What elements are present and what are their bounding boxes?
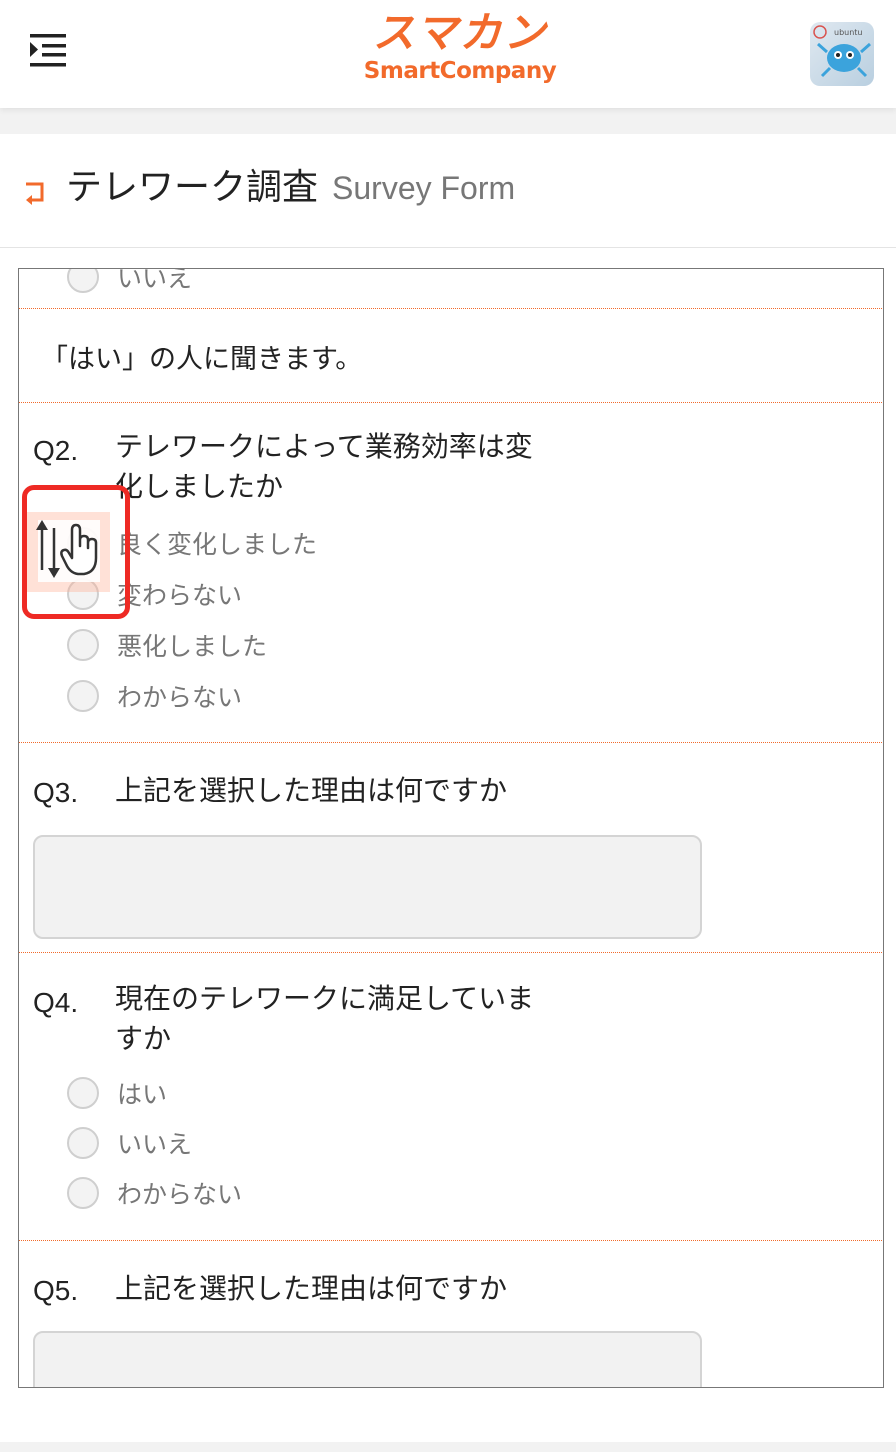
avatar-text: ubuntu bbox=[834, 28, 863, 37]
back-button[interactable] bbox=[22, 176, 48, 206]
survey-card: テレワーク調査 Survey Form いいえ 「はい」の人に聞きます。 Q2. … bbox=[0, 134, 896, 1442]
page-title: テレワーク調査 Survey Form bbox=[66, 164, 515, 212]
question-number: Q3. bbox=[33, 777, 79, 808]
radio-option-label: いいえ bbox=[117, 268, 193, 293]
question-text: 上記を選択した理由は何ですか bbox=[115, 774, 508, 807]
survey-form-frame[interactable]: いいえ 「はい」の人に聞きます。 Q2. テレワークによって業務効率は変化しまし… bbox=[18, 268, 884, 1388]
top-header: スマカン SmartCompany ubuntu bbox=[0, 0, 896, 108]
user-avatar[interactable]: ubuntu bbox=[810, 22, 874, 86]
radio-button[interactable] bbox=[67, 1177, 99, 1209]
question-q3: Q3. 上記を選択した理由は何ですか bbox=[19, 743, 882, 953]
radio-option-label: わからない bbox=[117, 683, 243, 712]
logo-en-text: SmartCompany bbox=[363, 58, 557, 84]
radio-button[interactable] bbox=[67, 1077, 99, 1109]
radio-option[interactable]: 悪化しました bbox=[67, 627, 267, 663]
radio-option[interactable]: わからない bbox=[67, 1175, 242, 1211]
question-q4: Q4. 現在のテレワークに満足していますか はい いいえ わからない bbox=[19, 953, 882, 1241]
radio-button[interactable] bbox=[67, 1127, 99, 1159]
question-number: Q4. bbox=[33, 987, 79, 1018]
radio-button[interactable] bbox=[67, 269, 99, 293]
radio-option[interactable]: いいえ bbox=[67, 1125, 192, 1161]
reason-textarea[interactable] bbox=[33, 835, 702, 939]
radio-option-label: 変わらない bbox=[117, 581, 243, 610]
title-bar: テレワーク調査 Survey Form bbox=[0, 134, 896, 248]
radio-option[interactable]: わからない bbox=[67, 678, 242, 714]
question-text: テレワークによって業務効率は変化しましたか bbox=[115, 430, 533, 503]
return-arrow-icon bbox=[26, 182, 44, 205]
radio-option-label: はい bbox=[117, 1080, 168, 1109]
radio-button[interactable] bbox=[67, 680, 99, 712]
scroll-drag-hand-icon bbox=[32, 518, 106, 580]
radio-option[interactable]: いいえ bbox=[67, 268, 193, 295]
menu-indent-icon bbox=[30, 34, 66, 67]
radio-option-label: いいえ bbox=[117, 1130, 193, 1159]
radio-option[interactable]: はい bbox=[67, 1075, 167, 1111]
menu-button[interactable] bbox=[28, 32, 68, 68]
reason-textarea[interactable] bbox=[33, 1331, 702, 1387]
page-subtitle: Survey Form bbox=[332, 170, 516, 206]
ubuntu-crab-avatar-icon: ubuntu bbox=[813, 25, 871, 78]
intro-text: 「はい」の人に聞きます。 bbox=[41, 344, 363, 375]
radio-button[interactable] bbox=[67, 629, 99, 661]
page-title-text: テレワーク調査 bbox=[66, 167, 319, 208]
intro-section: 「はい」の人に聞きます。 bbox=[19, 309, 882, 403]
logo-jp-text: スマカン bbox=[372, 8, 548, 57]
prev-question-section: いいえ bbox=[19, 268, 882, 309]
radio-option-label: 悪化しました bbox=[117, 632, 268, 661]
question-number: Q5. bbox=[33, 1275, 79, 1306]
question-number: Q2. bbox=[33, 435, 79, 466]
radio-option-label: わからない bbox=[117, 1180, 243, 1209]
question-text: 現在のテレワークに満足していますか bbox=[115, 982, 535, 1055]
question-q2: Q2. テレワークによって業務効率は変化しましたか 良く変化しました 変わらない… bbox=[19, 403, 882, 743]
brand-logo[interactable]: スマカン SmartCompany bbox=[360, 8, 560, 92]
question-q5: Q5. 上記を選択した理由は何ですか bbox=[19, 1241, 882, 1387]
question-text: 上記を選択した理由は何ですか bbox=[115, 1272, 508, 1305]
radio-option-label: 良く変化しました bbox=[117, 530, 318, 559]
